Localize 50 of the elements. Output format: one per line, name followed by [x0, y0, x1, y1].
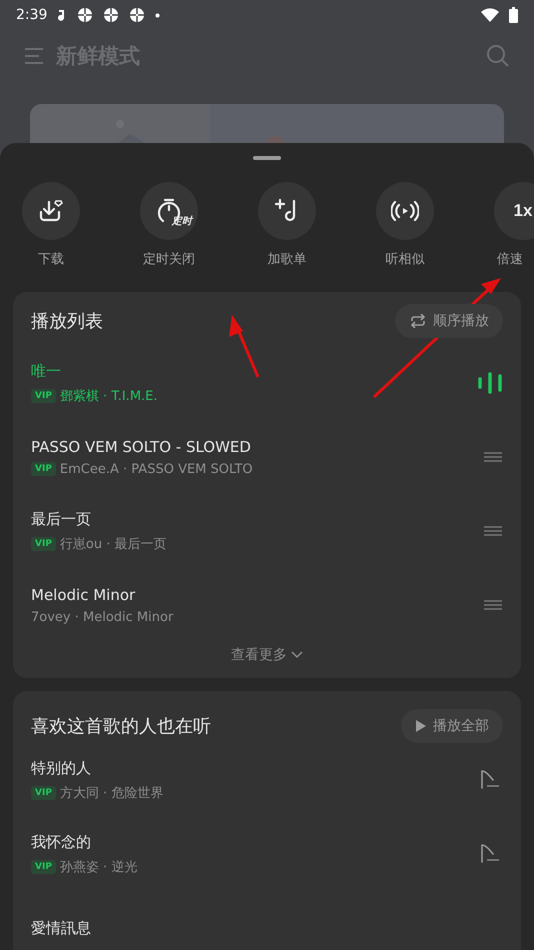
song-artist: 7ovey · Melodic Minor [31, 610, 174, 624]
vip-badge: VIP [31, 786, 56, 800]
clock: 2:39 [16, 7, 48, 23]
dot-icon [155, 12, 160, 18]
action-label: 听相似 [386, 251, 424, 268]
vip-badge: VIP [31, 536, 56, 550]
play-all-button[interactable]: 播放全部 [401, 709, 503, 743]
drag-icon[interactable] [483, 451, 503, 463]
stopwatch-icon [155, 197, 183, 225]
section-title: 播放列表 [31, 310, 103, 333]
song-title[interactable]: Melodic Minor [31, 586, 483, 604]
song-title[interactable]: 愛情訊息 [31, 918, 503, 938]
song-title[interactable]: PASSO VEM SOLTO - SLOWED [31, 438, 483, 456]
song-artist: 鄧紫棋 · T.I.M.E. [60, 388, 158, 404]
aperture-icon [77, 7, 94, 23]
action-label: 下载 [38, 251, 64, 268]
chevron-down-icon[interactable] [291, 651, 303, 659]
repeat-icon [409, 314, 427, 328]
drag-handle[interactable] [253, 156, 281, 160]
section-title: 喜欢这首歌的人也在听 [31, 715, 211, 738]
vip-badge: VIP [31, 860, 56, 874]
song-title[interactable]: 唯一 [31, 362, 477, 380]
song-artist: 行崽ou · 最后一页 [60, 536, 167, 552]
action-label: 定时关闭 [143, 251, 195, 268]
drag-icon[interactable] [483, 599, 503, 611]
menu-icon[interactable] [24, 47, 44, 65]
equalizer-icon [477, 372, 503, 394]
vip-badge: VIP [31, 388, 56, 402]
aperture-icon [103, 7, 120, 23]
action-label: 加歌单 [268, 251, 306, 268]
play-mode-button[interactable]: 顺序播放 [395, 304, 503, 338]
battery-icon [509, 7, 518, 23]
see-more-link[interactable]: 查看更多 [231, 646, 287, 664]
song-title[interactable]: 我怀念的 [31, 832, 479, 852]
speed-button[interactable]: 1x [494, 182, 534, 240]
annotation-arrow [229, 315, 260, 378]
aperture-icon [129, 7, 146, 23]
song-artist: EmCee.A · PASSO VEM SOLTO [60, 462, 253, 476]
song-artist: 孙燕姿 · 逆光 [60, 858, 138, 876]
search-icon[interactable] [486, 44, 510, 68]
song-title[interactable]: 特别的人 [31, 758, 479, 778]
action-label: 倍速 [497, 251, 523, 268]
song-artist: 方大同 · 危险世界 [60, 784, 164, 802]
broadcast-icon [391, 200, 419, 222]
wifi-icon [481, 8, 499, 22]
drag-icon[interactable] [483, 525, 503, 537]
vip-badge: VIP [31, 462, 56, 476]
download-icon [38, 198, 64, 224]
song-title[interactable]: 最后一页 [31, 510, 483, 528]
play-icon [415, 719, 427, 733]
